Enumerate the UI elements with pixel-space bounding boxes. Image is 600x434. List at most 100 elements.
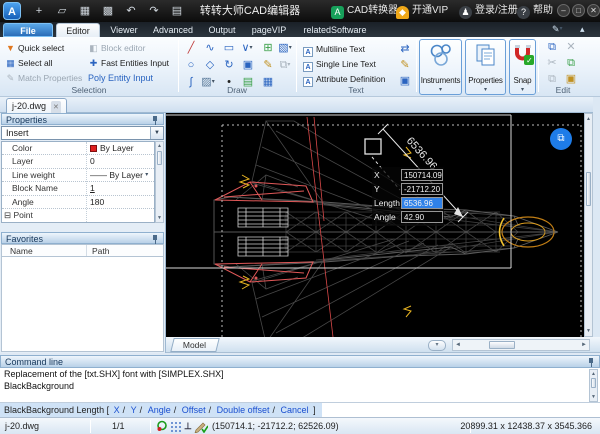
tab-file[interactable]: File: [3, 23, 53, 37]
poly-entity-input-button[interactable]: Poly Entity Input: [88, 72, 155, 85]
match-properties-button[interactable]: ✎ Match Properties: [5, 72, 83, 85]
model-tab[interactable]: Model: [170, 338, 220, 352]
sketch-pen-icon[interactable]: ✎: [261, 58, 275, 72]
command-scrollbar[interactable]: ▲ ▼: [589, 369, 598, 402]
prompt-option-angle[interactable]: Angle: [148, 405, 171, 415]
entity-type-select[interactable]: Insert ▼: [1, 126, 164, 140]
selection-area-icon[interactable]: ▧▾: [278, 41, 292, 55]
login-link[interactable]: ♟ 登录/注册: [459, 0, 518, 22]
scroll-left-icon[interactable]: ◄: [453, 340, 463, 350]
line-icon[interactable]: ╱: [184, 41, 198, 55]
minimize-button[interactable]: –: [557, 4, 570, 17]
orbit-mode-icon[interactable]: [156, 420, 168, 434]
favorites-list[interactable]: [1, 257, 164, 352]
spline-pen-icon[interactable]: ∿: [203, 41, 217, 55]
grid-snap-icon[interactable]: [170, 420, 182, 434]
scroll-down-icon[interactable]: ▼: [585, 328, 592, 334]
scrollbar-thumb[interactable]: [157, 151, 162, 165]
help-link[interactable]: ? 帮助: [517, 0, 553, 22]
scrollbar-thumb[interactable]: [489, 341, 515, 349]
collapse-strip-button[interactable]: ▾: [428, 340, 446, 351]
command-history[interactable]: Replacement of the [txt.SHX] font with […: [0, 368, 600, 403]
pin-icon[interactable]: [151, 116, 159, 125]
tab-viewer[interactable]: Viewer: [103, 23, 145, 37]
properties-scrollbar[interactable]: ▲ ▼: [155, 141, 164, 223]
new-file-icon[interactable]: +: [30, 3, 48, 19]
prompt-option-offset[interactable]: Offset: [182, 405, 206, 415]
block-attributes-icon[interactable]: ▣: [564, 72, 578, 86]
circle-icon[interactable]: ○: [184, 58, 198, 72]
command-prompt-input[interactable]: BlackBackground Length [ X / Y / Angle / Of…: [0, 403, 600, 417]
pin-icon[interactable]: [587, 358, 595, 367]
tab-pagevip[interactable]: pageVIP: [245, 23, 293, 37]
copy-object-icon[interactable]: ⧉▾: [278, 58, 292, 72]
delete-icon[interactable]: ✕: [564, 40, 578, 54]
prompt-option-x[interactable]: X: [114, 405, 120, 415]
select-all-button[interactable]: ▦ Select all: [5, 57, 52, 70]
sketch-check-icon[interactable]: [194, 420, 209, 434]
document-tab[interactable]: j-20.dwg ✕: [6, 98, 67, 115]
snap-button[interactable]: ✓ Snap ▾: [509, 39, 536, 95]
canvas-hscrollbar[interactable]: ◄ ►: [452, 339, 590, 351]
cad-converter-link[interactable]: A CAD转换器: [331, 0, 398, 22]
property-row[interactable]: Layer 0: [2, 155, 154, 169]
close-button[interactable]: ✕: [587, 4, 600, 17]
angle-value-field[interactable]: 42.90: [401, 211, 443, 223]
duplicate-icon[interactable]: ⧉: [545, 72, 559, 86]
tab-advanced[interactable]: Advanced: [147, 23, 199, 37]
collapse-ribbon-icon[interactable]: ▴: [580, 24, 585, 35]
canvas-vscrollbar[interactable]: ▲ ▼: [584, 113, 593, 337]
rectangle-icon[interactable]: ▭: [222, 41, 236, 55]
tab-relatedsoftware[interactable]: relatedSoftware: [295, 23, 375, 37]
polyline-icon[interactable]: ∨▾: [240, 41, 254, 55]
block-editor-button[interactable]: ◧ Block editor: [88, 42, 145, 55]
pin-icon[interactable]: [151, 235, 159, 244]
undo-icon[interactable]: ↶: [122, 3, 140, 19]
x-value-field[interactable]: 150714.09: [401, 169, 443, 181]
cut-icon[interactable]: ✂: [545, 56, 559, 70]
properties-button[interactable]: Properties ▾: [465, 39, 506, 95]
prompt-option-cancel[interactable]: Cancel: [281, 405, 309, 415]
ole-object-icon[interactable]: ▣: [241, 58, 255, 72]
favorites-col-name[interactable]: Name: [10, 245, 33, 257]
vip-link[interactable]: ◆ 开通VIP: [396, 0, 448, 22]
prompt-option-y[interactable]: Y: [131, 405, 137, 415]
tab-editor[interactable]: Editor: [56, 23, 100, 37]
scrollbar-thumb[interactable]: [591, 378, 596, 388]
open-file-icon[interactable]: ▱: [53, 3, 71, 19]
y-value-field[interactable]: -21712.20: [401, 183, 443, 195]
scrollbar-thumb[interactable]: [586, 172, 591, 206]
multiline-text-button[interactable]: A Multiline Text: [303, 43, 365, 57]
fast-entities-input-button[interactable]: ✚ Fast Entities Input: [88, 57, 169, 70]
property-category-row[interactable]: ⊟ Point: [2, 209, 154, 222]
paste-icon[interactable]: ⧉: [545, 40, 559, 54]
property-row[interactable]: Block Name 1: [2, 182, 154, 196]
quick-select-button[interactable]: ▼ Quick select: [5, 42, 64, 55]
scroll-right-icon[interactable]: ►: [579, 340, 589, 350]
polygon-icon[interactable]: ◇: [203, 58, 217, 72]
convert-floating-button[interactable]: ⧉: [550, 128, 572, 150]
scroll-up-icon[interactable]: ▲: [590, 371, 597, 377]
property-row[interactable]: Line weight —— By Layer ▾: [2, 169, 154, 183]
redo-icon[interactable]: ↷: [145, 3, 163, 19]
chevron-down-icon[interactable]: ▾: [145, 172, 148, 178]
property-row[interactable]: Angle 180: [2, 196, 154, 209]
scroll-up-icon[interactable]: ▲: [156, 143, 163, 149]
tab-output[interactable]: Output: [201, 23, 243, 37]
ortho-mode-icon[interactable]: ⊥: [184, 418, 192, 434]
instruments-button[interactable]: Instruments ▾: [419, 39, 462, 95]
arc-icon[interactable]: ↻: [222, 58, 236, 72]
block-insert-icon[interactable]: ⊞: [261, 41, 275, 55]
edit-text-icon[interactable]: ✎: [398, 58, 412, 72]
drawing-canvas[interactable]: 6536.96 X 150714.09 Y -21712.20 Length 6536…: [166, 113, 584, 337]
scroll-down-icon[interactable]: ▼: [156, 215, 163, 221]
save-as-icon[interactable]: ▩: [99, 3, 117, 19]
save-icon[interactable]: ▦: [76, 3, 94, 19]
prompt-option-double-offset[interactable]: Double offset: [217, 405, 270, 415]
length-value-field[interactable]: 6536.96: [401, 197, 443, 209]
chevron-down-icon[interactable]: ▼: [150, 127, 163, 139]
copy-with-check-icon[interactable]: ⧉: [564, 56, 578, 70]
scroll-down-icon[interactable]: ▼: [590, 394, 597, 400]
scroll-up-icon[interactable]: ▲: [585, 116, 592, 122]
single-line-text-button[interactable]: A Single Line Text: [303, 58, 376, 72]
